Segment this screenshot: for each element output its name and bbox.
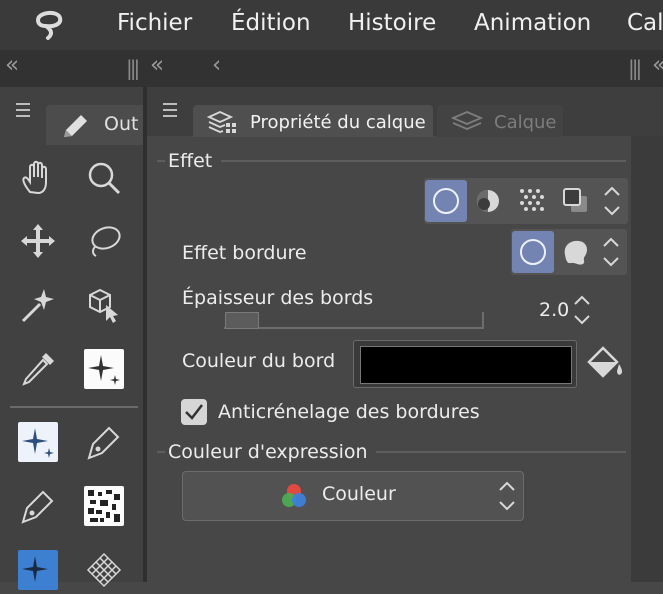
pen-nib-icon[interactable]	[18, 486, 58, 526]
panel-collapse-strip: « ||| « ‹ ||| «	[0, 50, 663, 87]
up-down-arrow-icon[interactable]	[602, 180, 622, 222]
sparkle-brush-icon[interactable]	[84, 349, 124, 389]
edge-thickness-slider[interactable]	[224, 312, 484, 329]
effect-button-group	[424, 178, 628, 224]
section-line	[157, 451, 165, 453]
edge-color-label: Couleur du bord	[182, 350, 336, 372]
antialias-label[interactable]: Anticrénelage des bordures	[218, 401, 480, 423]
menu-fichier[interactable]: Fichier	[117, 10, 192, 36]
clip-studio-logo[interactable]	[32, 8, 66, 42]
object-select-icon[interactable]	[84, 285, 124, 325]
edge-thickness-value[interactable]: 2.0	[539, 299, 569, 321]
panel-tab-bar: Propriété du calque Calque	[147, 87, 663, 137]
section-line	[157, 160, 165, 162]
panel-scrollbar[interactable]	[631, 136, 663, 582]
border-none-button[interactable]	[512, 231, 554, 273]
sparkle-fill-icon[interactable]	[18, 550, 58, 590]
up-down-arrow-icon[interactable]	[572, 293, 592, 327]
tab-layer[interactable]: Calque	[437, 105, 563, 137]
zoom-icon[interactable]	[84, 158, 124, 198]
watercolor-edge-icon[interactable]	[555, 231, 597, 273]
tool-panel: Out	[0, 87, 143, 590]
grip-icon[interactable]: |||	[628, 56, 642, 80]
edge-color-swatch[interactable]	[360, 346, 572, 384]
menu-edition[interactable]: Édition	[231, 10, 311, 36]
slider-handle[interactable]	[225, 312, 259, 329]
section-line	[221, 160, 626, 162]
double-chevron-left-icon[interactable]: «	[5, 52, 19, 78]
expression-color-dropdown[interactable]: Couleur	[182, 471, 524, 521]
layer-color-icon[interactable]	[555, 180, 597, 222]
tone-icon[interactable]	[467, 180, 509, 222]
layer-property-panel: Propriété du calque Calque Effet Effet b…	[147, 87, 663, 582]
chevron-left-icon[interactable]: ‹	[212, 52, 221, 78]
edge-color-field[interactable]	[353, 340, 577, 388]
dither-pattern-icon[interactable]	[84, 486, 124, 526]
menu-animation[interactable]: Animation	[474, 10, 591, 36]
menu-bar: Fichier Édition Histoire Animation Cal	[0, 0, 663, 50]
magic-wand-icon[interactable]	[18, 285, 58, 325]
up-down-arrow-icon[interactable]	[601, 231, 621, 273]
section-expression-color: Couleur d'expression	[168, 441, 368, 463]
pen-nib-icon[interactable]	[84, 422, 124, 462]
hand-icon[interactable]	[18, 158, 58, 198]
double-chevron-left-icon[interactable]: «	[150, 52, 164, 78]
panel-menu-icon[interactable]	[16, 103, 30, 121]
section-effect: Effet	[168, 150, 213, 172]
paint-bucket-icon[interactable]	[583, 342, 627, 382]
pencil-icon	[64, 115, 87, 137]
lasso-icon[interactable]	[84, 221, 124, 261]
antialias-checkbox[interactable]	[181, 399, 207, 425]
panel-menu-icon[interactable]	[163, 103, 177, 121]
dot-pattern-icon[interactable]	[511, 180, 553, 222]
tab-layer-property[interactable]: Propriété du calque	[193, 105, 433, 137]
edge-thickness-label: Épaisseur des bords	[182, 287, 374, 309]
tab-layer-property-label: Propriété du calque	[250, 112, 426, 133]
tab-tools[interactable]: Out	[46, 105, 143, 145]
section-line	[376, 451, 626, 453]
expression-color-value: Couleur	[322, 483, 396, 505]
sparkle-effect-icon[interactable]	[18, 422, 58, 462]
border-effect-label: Effet bordure	[182, 242, 307, 264]
mesh-icon[interactable]	[84, 550, 124, 590]
up-down-arrow-icon	[499, 481, 515, 511]
menu-histoire[interactable]: Histoire	[348, 10, 436, 36]
effect-none-button[interactable]	[425, 180, 467, 222]
eyedropper-icon[interactable]	[18, 349, 58, 389]
layer-property-icon	[207, 111, 236, 133]
tab-tools-label: Out	[104, 113, 139, 135]
layer-stack-icon	[451, 111, 483, 130]
move-icon[interactable]	[18, 221, 58, 261]
menu-calque[interactable]: Cal	[627, 10, 663, 36]
tab-layer-label: Calque	[494, 112, 557, 133]
checkmark-icon	[185, 404, 203, 420]
grip-icon[interactable]: |||	[126, 56, 140, 80]
double-chevron-right-icon[interactable]: «	[652, 52, 663, 78]
border-effect-button-group	[511, 229, 627, 275]
color-circles-icon	[282, 484, 306, 507]
tool-group-divider	[10, 406, 138, 408]
